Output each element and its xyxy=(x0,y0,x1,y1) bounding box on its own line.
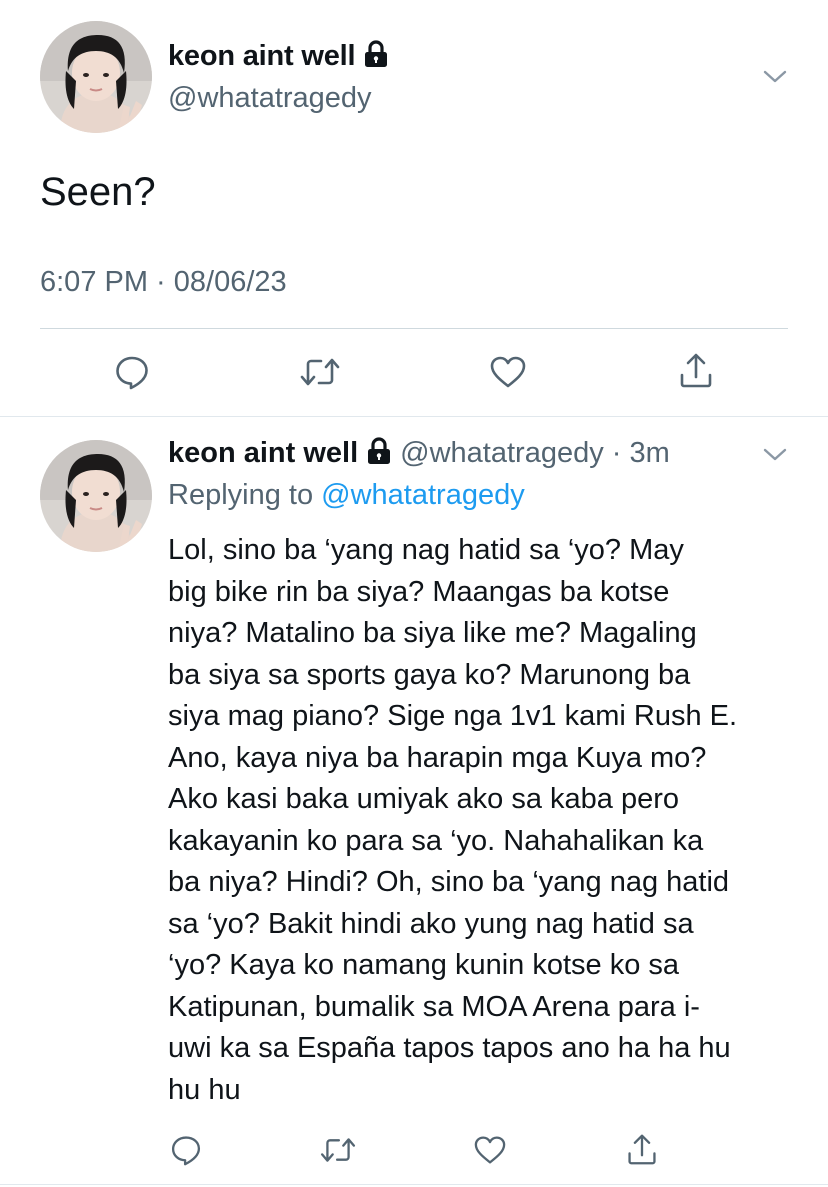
share-button[interactable] xyxy=(676,350,716,390)
text-line: ba siya sa sports gaya ko? Marunong ba xyxy=(168,658,691,691)
divider xyxy=(40,328,788,329)
display-name[interactable]: keon aint well xyxy=(168,437,358,469)
text-line: siya mag piano? Sige nga 1v1 kami Rush E… xyxy=(168,700,738,732)
text-line: ba niya? Hindi? Oh, sino ba ‘yang nag ha… xyxy=(168,866,730,898)
lock-icon xyxy=(366,437,392,473)
text-line: Ako kasi baka umiyak ako sa kaba pero xyxy=(168,783,679,815)
replying-prefix: Replying to xyxy=(168,479,314,511)
text-line: ‘yo? Kaya ko namang kunin kotse ko sa xyxy=(168,949,680,981)
share-icon xyxy=(680,353,712,388)
text-line: kakayanin ko para sa ‘yo. Nahahalikan ka xyxy=(168,824,704,857)
text-line: Lol, sino ba ‘yang nag hatid sa ‘yo? May xyxy=(168,534,684,566)
like-button[interactable] xyxy=(488,352,528,392)
tweet-text: Seen? xyxy=(40,170,156,214)
text-line: Ano, kaya niya ba harapin mga Kuya mo? xyxy=(168,741,707,774)
share-button[interactable] xyxy=(624,1130,660,1168)
display-name[interactable]: keon aint well xyxy=(168,40,389,76)
chevron-down-icon[interactable] xyxy=(762,68,788,91)
timestamp[interactable]: 6:07 PM · 08/06/23 xyxy=(40,266,287,299)
text-line: uwi ka sa España tapos tapos ano ha ha h… xyxy=(168,1032,731,1064)
text-line: Katipunan, bumalik sa MOA Arena para i- xyxy=(168,990,700,1023)
chevron-down-icon[interactable] xyxy=(762,446,788,469)
reply-icon xyxy=(171,1136,201,1166)
replying-to: Replying to @whatatragedy xyxy=(168,479,525,512)
heart-icon xyxy=(474,1136,506,1164)
like-button[interactable] xyxy=(472,1132,508,1168)
handle[interactable]: @whatatragedy xyxy=(168,82,372,115)
share-icon xyxy=(628,1134,656,1165)
retweet-icon xyxy=(300,358,340,386)
retweet-icon xyxy=(320,1138,356,1162)
reply-header[interactable]: keon aint well @whatatragedy · 3m xyxy=(168,437,670,473)
reply-button[interactable] xyxy=(112,352,152,392)
divider xyxy=(0,1184,828,1185)
text-line: niya? Matalino ba siya like me? Magaling xyxy=(168,617,697,649)
text-line: sa ‘yo? Bakit hindi ako yung nag hatid s… xyxy=(168,907,694,940)
display-name-text: keon aint well xyxy=(168,40,356,72)
reply-button[interactable] xyxy=(168,1132,204,1168)
handle-time[interactable]: @whatatragedy · 3m xyxy=(400,437,670,469)
avatar[interactable] xyxy=(40,440,152,552)
heart-icon xyxy=(490,356,526,388)
text-line: big bike rin ba siya? Maangas ba kotse xyxy=(168,575,670,608)
divider xyxy=(0,416,828,417)
retweet-button[interactable] xyxy=(298,352,342,392)
reply-icon xyxy=(116,356,148,390)
lock-icon xyxy=(363,40,389,76)
avatar[interactable] xyxy=(40,21,152,133)
retweet-button[interactable] xyxy=(318,1132,358,1168)
reply-text: Lol, sino ba ‘yang nag hatid sa ‘yo? May… xyxy=(168,530,798,1111)
replying-to-link[interactable]: @whatatragedy xyxy=(321,479,525,511)
text-line: hu hu xyxy=(168,1073,241,1106)
